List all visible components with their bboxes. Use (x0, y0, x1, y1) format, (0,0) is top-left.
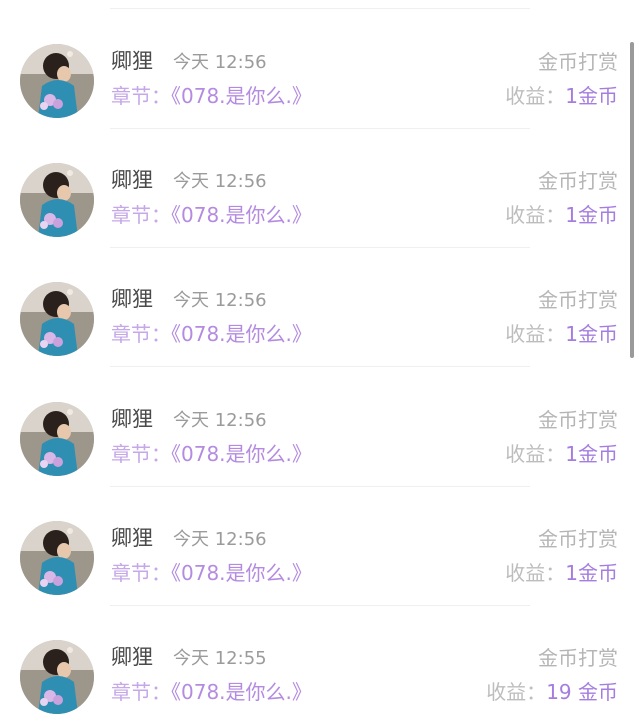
avatar[interactable] (20, 640, 94, 714)
chapter-info[interactable]: 章节：《078.是你么.》 (111, 202, 312, 228)
income-info: 收益：1金币 (505, 202, 618, 228)
income-label: 收益： (505, 322, 566, 346)
income-value: 1金币 (565, 442, 618, 466)
reward-item[interactable]: 卿狸 今天 12:56 金币打赏 章节：《078.是你么.》 收益：1金币 (0, 368, 640, 487)
timestamp: 今天 12:56 (173, 290, 267, 311)
reward-item[interactable]: 卿狸 今天 12:55 金币打赏 章节：《078.是你么.》 收益：19 金币 (0, 606, 640, 722)
chapter-label: 章节： (111, 84, 171, 108)
chapter-label: 章节： (111, 322, 171, 346)
chapter-title[interactable]: 《078.是你么.》 (171, 561, 312, 585)
chapter-title[interactable]: 《078.是你么.》 (171, 203, 312, 227)
reward-type: 金币打赏 (538, 169, 618, 193)
chapter-label: 章节： (111, 203, 171, 227)
avatar[interactable] (20, 402, 94, 476)
reward-item[interactable]: 卿狸 今天 12:56 金币打赏 章节：《078.是你么.》 收益：1金币 (0, 10, 640, 129)
sender-name: 卿狸 (111, 645, 153, 669)
avatar[interactable] (20, 163, 94, 237)
chapter-info[interactable]: 章节：《078.是你么.》 (111, 321, 312, 347)
income-label: 收益： (505, 84, 566, 108)
timestamp: 今天 12:56 (173, 171, 267, 192)
sender-name: 卿狸 (111, 526, 153, 550)
reward-item[interactable]: 卿狸 今天 12:56 金币打赏 章节：《078.是你么.》 收益：1金币 (0, 129, 640, 248)
chapter-title[interactable]: 《078.是你么.》 (171, 442, 312, 466)
income-info: 收益：1金币 (505, 441, 618, 467)
income-value: 1金币 (565, 322, 618, 346)
timestamp: 今天 12:56 (173, 529, 267, 550)
income-value: 19 金币 (546, 680, 618, 704)
income-info: 收益：1金币 (505, 83, 618, 109)
chapter-info[interactable]: 章节：《078.是你么.》 (111, 83, 312, 109)
reward-type: 金币打赏 (538, 50, 618, 74)
income-value: 1金币 (565, 203, 618, 227)
row-divider (110, 366, 530, 367)
sender-name: 卿狸 (111, 407, 153, 431)
reward-type: 金币打赏 (538, 646, 618, 670)
sender-name: 卿狸 (111, 168, 153, 192)
timestamp: 今天 12:56 (173, 52, 267, 73)
reward-type: 金币打赏 (538, 527, 618, 551)
chapter-title[interactable]: 《078.是你么.》 (171, 84, 312, 108)
chapter-label: 章节： (111, 561, 171, 585)
reward-type: 金币打赏 (538, 408, 618, 432)
timestamp: 今天 12:55 (173, 648, 267, 669)
timestamp: 今天 12:56 (173, 410, 267, 431)
income-info: 收益：19 金币 (486, 679, 618, 705)
sender-name: 卿狸 (111, 49, 153, 73)
income-label: 收益： (486, 680, 547, 704)
reward-type: 金币打赏 (538, 288, 618, 312)
reward-list[interactable]: 卿狸 今天 12:56 金币打赏 章节：《078.是你么.》 收益：1金币 卿狸… (0, 0, 640, 722)
chapter-info[interactable]: 章节：《078.是你么.》 (111, 441, 312, 467)
vertical-scrollbar[interactable] (630, 42, 634, 358)
income-label: 收益： (505, 561, 566, 585)
avatar[interactable] (20, 44, 94, 118)
income-label: 收益： (505, 203, 566, 227)
sender-name: 卿狸 (111, 287, 153, 311)
chapter-title[interactable]: 《078.是你么.》 (171, 322, 312, 346)
avatar[interactable] (20, 282, 94, 356)
income-info: 收益：1金币 (505, 321, 618, 347)
income-value: 1金币 (565, 561, 618, 585)
income-label: 收益： (505, 442, 566, 466)
chapter-info[interactable]: 章节：《078.是你么.》 (111, 560, 312, 586)
reward-item[interactable]: 卿狸 今天 12:56 金币打赏 章节：《078.是你么.》 收益：1金币 (0, 487, 640, 606)
income-value: 1金币 (565, 84, 618, 108)
reward-item[interactable]: 卿狸 今天 12:56 金币打赏 章节：《078.是你么.》 收益：1金币 (0, 248, 640, 367)
avatar[interactable] (20, 521, 94, 595)
chapter-title[interactable]: 《078.是你么.》 (171, 680, 312, 704)
chapter-label: 章节： (111, 442, 171, 466)
chapter-info[interactable]: 章节：《078.是你么.》 (111, 679, 312, 705)
income-info: 收益：1金币 (505, 560, 618, 586)
chapter-label: 章节： (111, 680, 171, 704)
